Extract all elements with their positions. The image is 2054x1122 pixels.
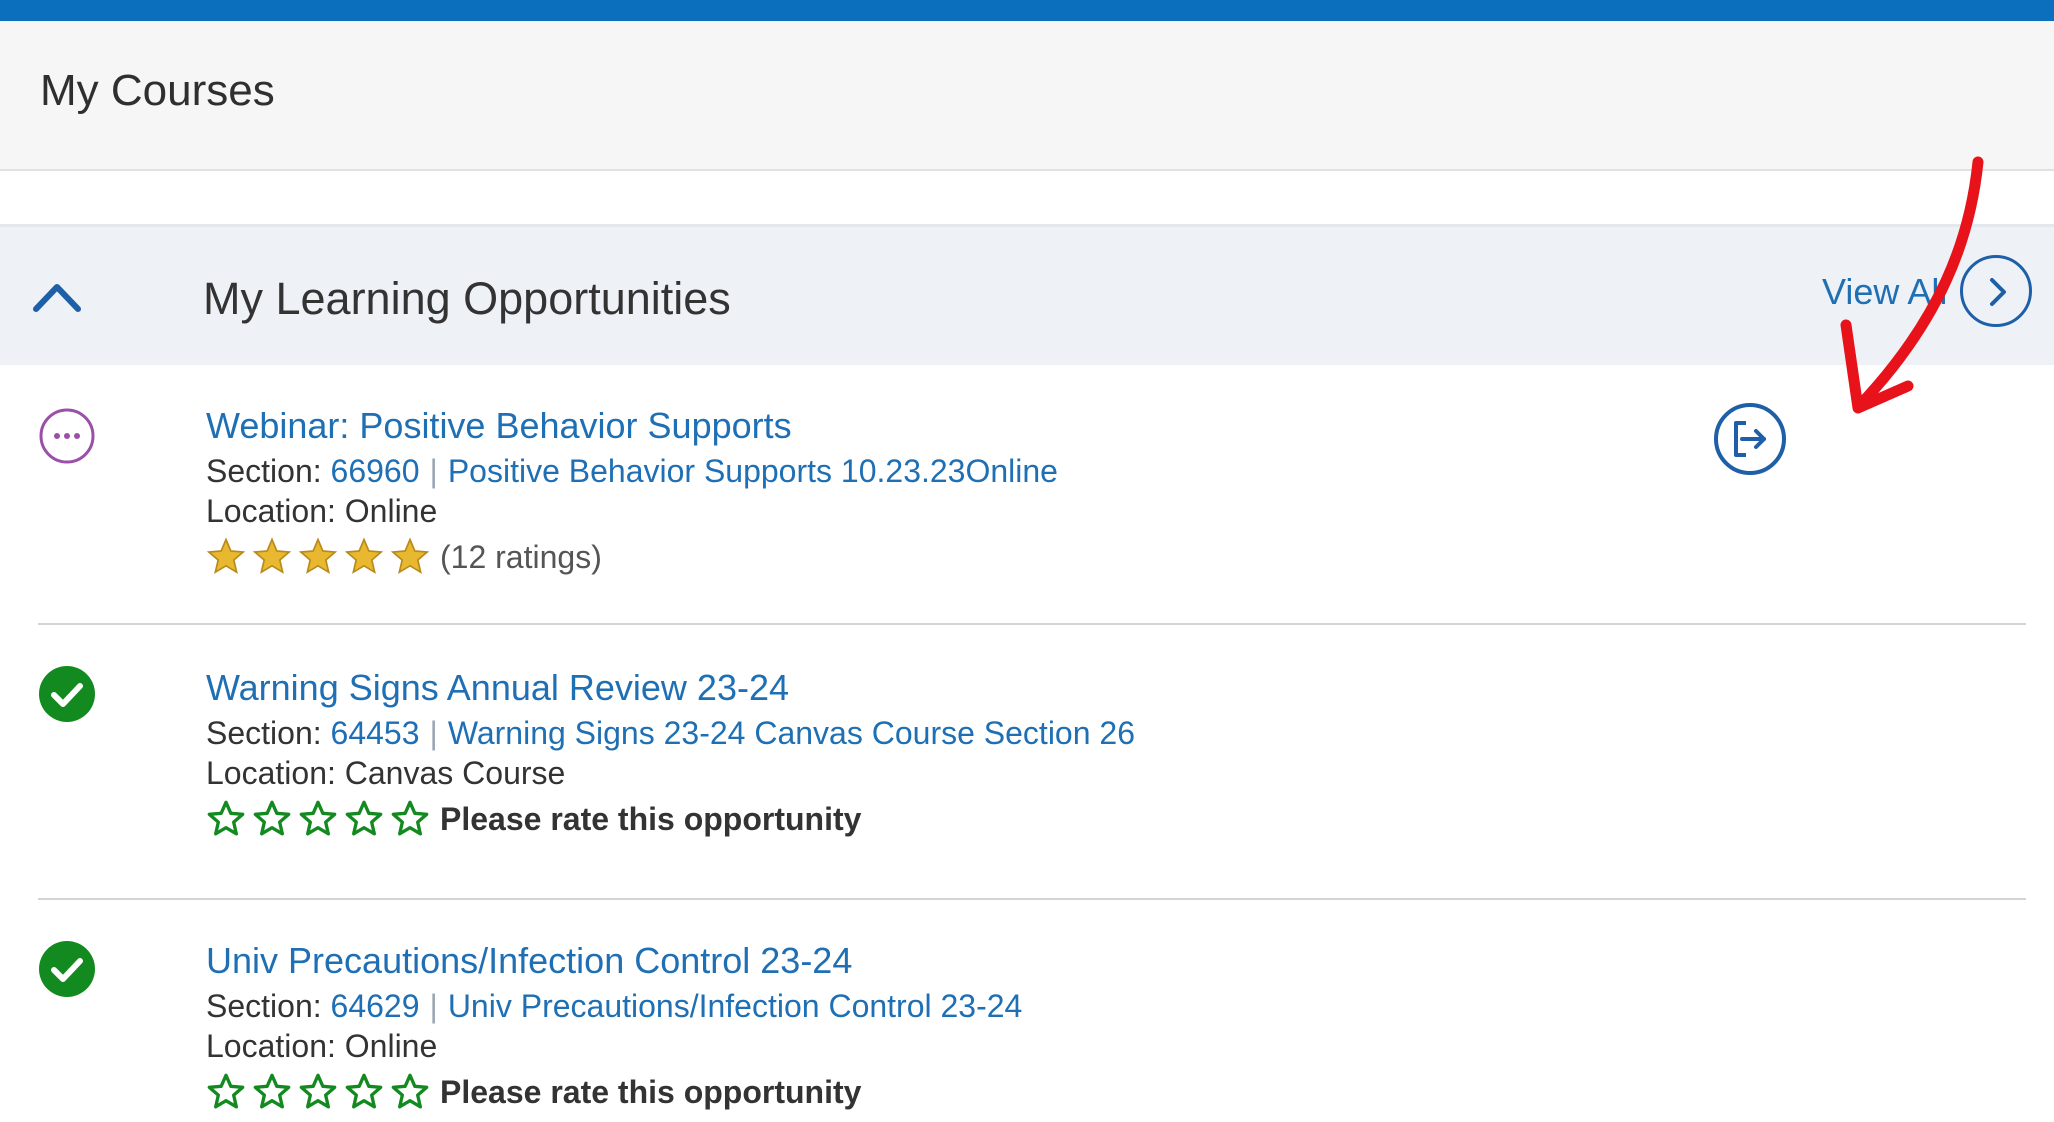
section-label: Section: [206, 988, 322, 1024]
separator: | [429, 988, 438, 1024]
page-title: My Courses [40, 66, 275, 115]
section-name-link[interactable]: Warning Signs 23-24 Canvas Course Sectio… [448, 715, 1135, 751]
location-text: Location: Online [206, 493, 438, 529]
section-number: 64629 [330, 988, 420, 1024]
list-item: Warning Signs Annual Review 23-24 Sectio… [0, 625, 2054, 900]
page-header: My Courses [0, 21, 2054, 171]
annotation-arrow-icon [1840, 156, 1984, 414]
in-progress-icon [39, 408, 95, 464]
rate-prompt: Please rate this opportunity [440, 1073, 862, 1110]
star-outline-icon[interactable] [298, 799, 338, 839]
section-info: Section: 64453 | Warning Signs 23-24 Canva… [206, 715, 1135, 752]
star-outline-icon[interactable] [252, 1072, 292, 1112]
star-outline-icon[interactable] [298, 1072, 338, 1112]
launch-button[interactable] [1712, 401, 1788, 477]
completed-check-icon [39, 666, 95, 722]
star-rating[interactable] [206, 799, 436, 839]
section-name-link[interactable]: Univ Precautions/Infection Control 23-24 [448, 988, 1023, 1024]
section-number: 66960 [330, 453, 420, 489]
rating-count: (12 ratings) [440, 538, 602, 575]
section-info: Section: 66960 | Positive Behavior Support… [206, 453, 1058, 490]
location-text: Location: Online [206, 1028, 438, 1064]
star-filled-icon [344, 537, 384, 574]
separator: | [429, 715, 438, 751]
star-filled-icon [390, 537, 430, 574]
completed-check-icon [39, 941, 95, 997]
rating-row: (12 ratings) [206, 537, 602, 581]
star-outline-icon[interactable] [390, 1072, 430, 1112]
star-outline-icon[interactable] [206, 1072, 246, 1112]
section-info: Section: 64629 | Univ Precautions/Infectio… [206, 988, 1022, 1025]
star-filled-icon [252, 537, 292, 574]
separator: | [429, 453, 438, 489]
star-rating[interactable] [206, 1072, 436, 1112]
section-number: 64453 [330, 715, 420, 751]
location-text: Location: Canvas Course [206, 755, 566, 791]
star-outline-icon[interactable] [344, 799, 384, 839]
star-outline-icon[interactable] [252, 799, 292, 839]
course-title-link[interactable]: Webinar: Positive Behavior Supports [206, 405, 792, 447]
rating-row: Please rate this opportunity [206, 1072, 861, 1116]
course-title-link[interactable]: Warning Signs Annual Review 23-24 [206, 667, 789, 709]
course-title-link[interactable]: Univ Precautions/Infection Control 23-24 [206, 940, 852, 982]
star-filled-icon [298, 537, 338, 574]
section-name-link[interactable]: Positive Behavior Supports 10.23.23Onlin… [448, 453, 1058, 489]
star-outline-icon[interactable] [344, 1072, 384, 1112]
section-label: Section: [206, 715, 322, 751]
learning-opportunities-header: My Learning Opportunities View All [0, 224, 2054, 365]
chevron-up-icon [33, 284, 81, 312]
star-filled-icon [206, 537, 246, 574]
star-outline-icon[interactable] [390, 799, 430, 839]
star-rating[interactable] [206, 537, 436, 577]
section-label: Section: [206, 453, 322, 489]
launch-icon [1714, 403, 1786, 475]
top-accent-bar [0, 0, 2054, 21]
rating-row: Please rate this opportunity [206, 799, 861, 843]
star-outline-icon[interactable] [206, 799, 246, 839]
list-item: Univ Precautions/Infection Control 23-24… [0, 900, 2054, 1122]
rate-prompt: Please rate this opportunity [440, 800, 862, 837]
section-title: My Learning Opportunities [203, 273, 731, 324]
collapse-button[interactable] [30, 277, 84, 317]
